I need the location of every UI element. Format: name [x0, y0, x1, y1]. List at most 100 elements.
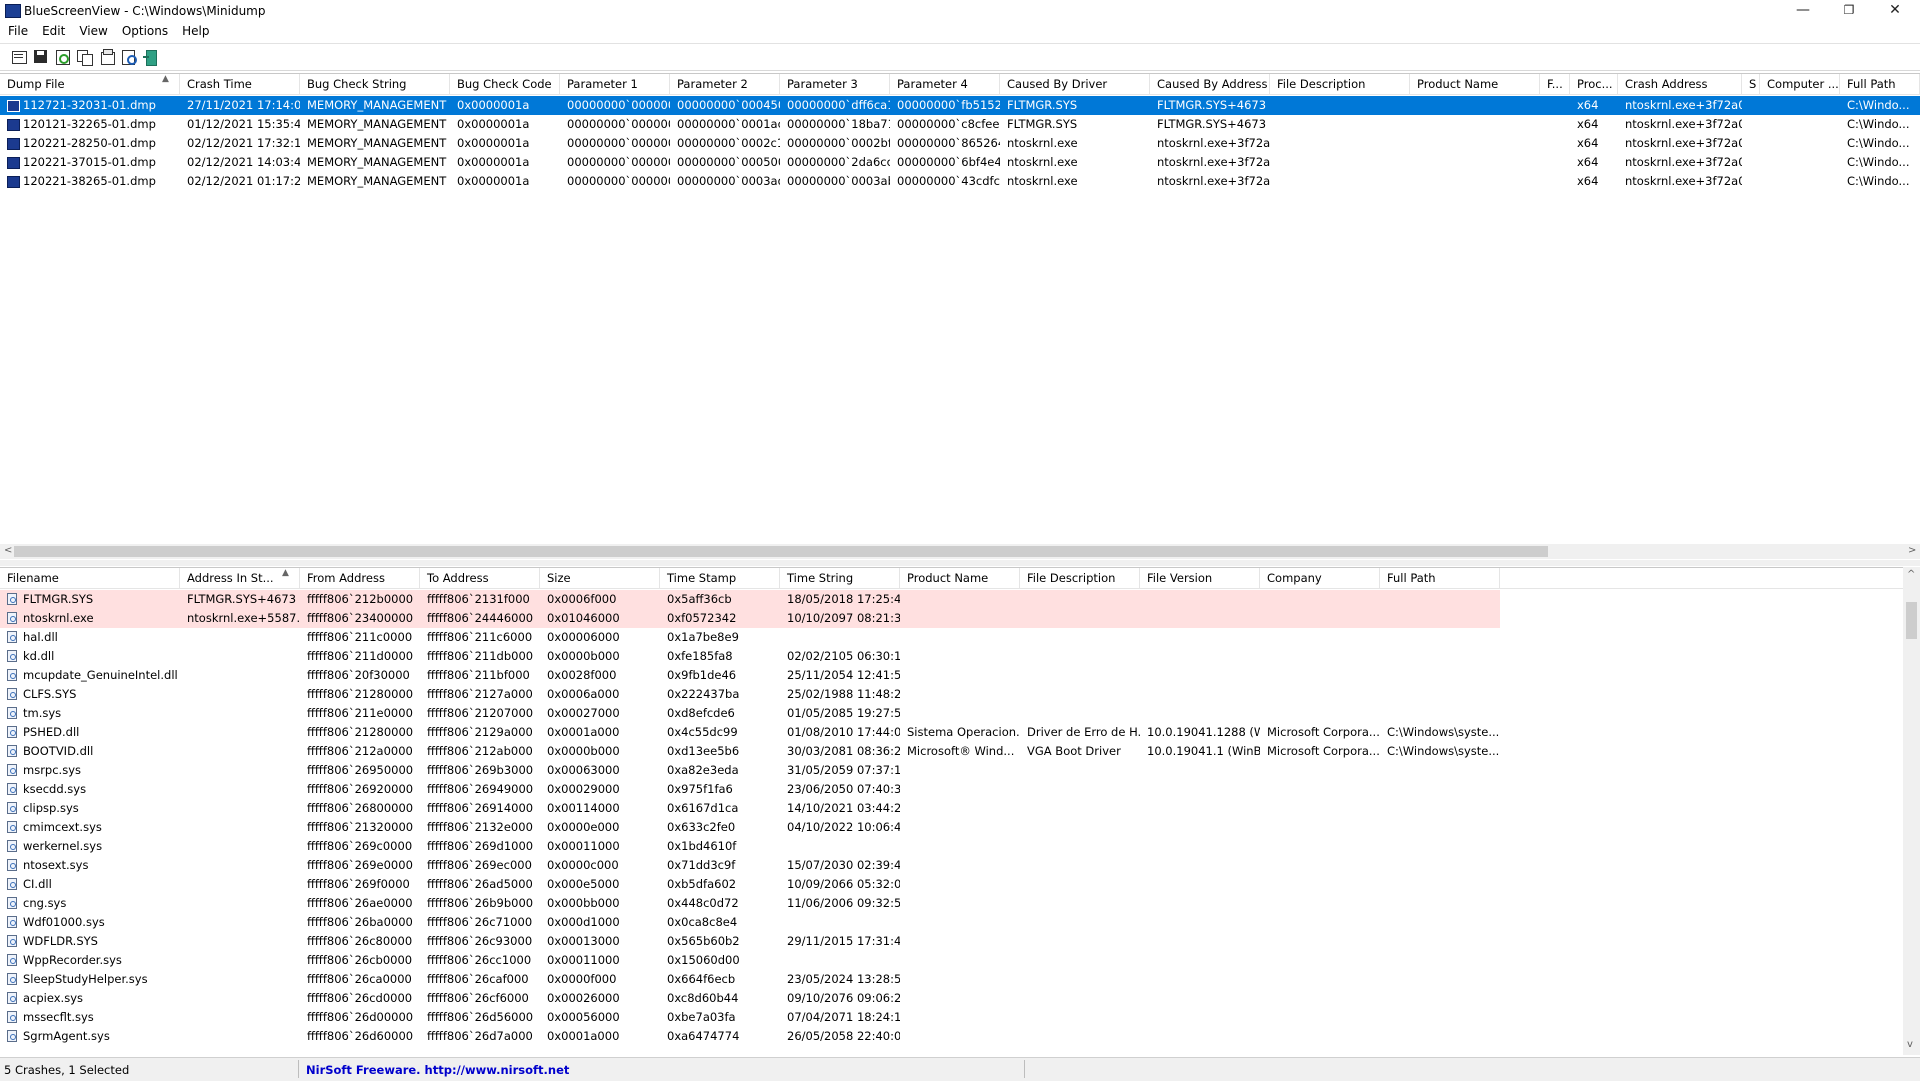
modules-list-column-header[interactable]: File Description [1020, 568, 1140, 588]
modules-list[interactable]: Filename Address In St... ▲ From Address To … [0, 567, 1920, 1056]
crash-list-cell [1415, 153, 1540, 172]
crash-list-column-header[interactable]: Product Name [1410, 74, 1540, 94]
menu-file[interactable]: File [0, 22, 35, 38]
crash-list-column-header[interactable]: Parameter 1 [560, 74, 670, 94]
modules-list-row[interactable]: cng.sys fffff806`26ae0000 fffff806`26b9b00… [0, 894, 1500, 913]
menu-help[interactable]: Help [175, 22, 216, 38]
modules-list-column-header[interactable]: File Version [1140, 568, 1260, 588]
modules-list-row[interactable]: mcupdate_GenuineIntel.dll fffff806`20f300… [0, 666, 1500, 685]
modules-list-row[interactable]: mssecflt.sys fffff806`26d00000 fffff806`26… [0, 1008, 1500, 1027]
modules-list-cell [185, 685, 300, 704]
modules-list-cell: fffff806`26ba0000 [307, 915, 413, 929]
nirsoft-link[interactable]: NirSoft Freeware. http://www.nirsoft.net [306, 1063, 569, 1077]
modules-list-column-header[interactable]: To Address [420, 568, 540, 588]
vertical-scrollbar[interactable]: ^ v [1903, 567, 1920, 1055]
modules-list-column-header[interactable]: From Address [300, 568, 420, 588]
crash-list-column-header[interactable]: Bug Check Code [450, 74, 560, 94]
refresh-icon[interactable] [55, 49, 71, 65]
modules-list-row[interactable]: WppRecorder.sys fffff806`26cb0000 fffff806… [0, 951, 1500, 970]
modules-list-row[interactable]: ntoskrnl.exe ntoskrnl.exe+5587... fffff806… [0, 609, 1500, 628]
modules-list-column-header[interactable]: Full Path [1380, 568, 1500, 588]
modules-list-row[interactable]: Wdf01000.sys fffff806`26ba0000 fffff806`26… [0, 913, 1500, 932]
modules-list-row[interactable]: kd.dll fffff806`211d0000 fffff806`211db000… [0, 647, 1500, 666]
modules-list-row[interactable]: tm.sys fffff806`211e0000 fffff806`21207000… [0, 704, 1500, 723]
modules-list-row[interactable]: FLTMGR.SYS FLTMGR.SYS+4673 fffff806`212b00… [0, 590, 1500, 609]
crash-list-column-header[interactable]: Dump File [0, 74, 180, 94]
crash-list[interactable]: Dump File ▲ Crash Time Bug Check String Bug … [0, 73, 1920, 560]
modules-list-row[interactable]: WDFLDR.SYS fffff806`26c80000 fffff806`26c9… [0, 932, 1500, 951]
modules-list-row[interactable]: PSHED.dll fffff806`21280000 fffff806`2129a… [0, 723, 1500, 742]
modules-list-column-header[interactable]: Time String [780, 568, 900, 588]
modules-list-column-header[interactable]: Size [540, 568, 660, 588]
crash-list-cell [1275, 153, 1410, 172]
modules-list-cell: fffff806`26920000 [307, 782, 414, 796]
module-file-icon [7, 745, 17, 757]
close-button[interactable]: ✕ [1872, 0, 1918, 22]
minimize-button[interactable]: — [1780, 0, 1826, 22]
crash-list-row[interactable]: 120221-28250-01.dmp 02/12/2021 17:32:13 ME… [0, 134, 1920, 153]
crash-list-column-header[interactable]: Parameter 3 [780, 74, 890, 94]
crash-list-column-header[interactable]: Full Path [1840, 74, 1920, 94]
crash-list-column-header[interactable]: File Description [1270, 74, 1410, 94]
crash-list-column-header[interactable]: Computer ... [1760, 74, 1840, 94]
crash-list-column-header[interactable]: F... [1540, 74, 1570, 94]
save-icon[interactable] [33, 49, 49, 65]
scroll-up-icon[interactable]: ^ [1907, 569, 1915, 580]
modules-list-column-header[interactable]: Company [1260, 568, 1380, 588]
modules-list-row[interactable]: hal.dll fffff806`211c0000 fffff806`211c600… [0, 628, 1500, 647]
crash-list-row[interactable]: 120221-37015-01.dmp 02/12/2021 14:03:44 ME… [0, 153, 1920, 172]
copy-icon[interactable] [77, 49, 93, 66]
modules-list-row[interactable]: CLFS.SYS fffff806`21280000 fffff806`2127a0… [0, 685, 1500, 704]
crash-list-column-header[interactable]: Parameter 2 [670, 74, 780, 94]
modules-list-row[interactable]: SgrmAgent.sys fffff806`26d60000 fffff806`2… [0, 1027, 1500, 1046]
vertical-scroll-thumb[interactable] [1906, 602, 1917, 639]
crash-list-column-header[interactable]: Parameter 4 [890, 74, 1000, 94]
modules-list-cell [185, 913, 300, 932]
modules-list-column-header[interactable]: Product Name [900, 568, 1020, 588]
scroll-right-icon[interactable]: > [1908, 545, 1916, 556]
modules-list-row[interactable]: werkernel.sys fffff806`269c0000 fffff806`2… [0, 837, 1500, 856]
scroll-down-icon[interactable]: v [1907, 1039, 1913, 1050]
crash-list-column-header[interactable]: Proc... [1570, 74, 1618, 94]
crash-list-row[interactable]: 120221-38265-01.dmp 02/12/2021 01:17:20 ME… [0, 172, 1920, 191]
exit-icon[interactable] [143, 49, 159, 66]
modules-list-cell: fffff806`26ca0000 [307, 972, 412, 986]
modules-list-row[interactable]: msrpc.sys fffff806`26950000 fffff806`269b3… [0, 761, 1500, 780]
modules-list-column-header[interactable]: Filename [0, 568, 180, 588]
crash-list-column-header[interactable]: S [1742, 74, 1760, 94]
crash-list-column-header[interactable]: Bug Check String [300, 74, 450, 94]
horizontal-scroll-thumb[interactable] [14, 546, 1548, 557]
modules-list-row[interactable]: ntosext.sys fffff806`269e0000 fffff806`269… [0, 856, 1500, 875]
modules-list-cell: CI.dll [23, 877, 52, 891]
modules-list-row[interactable]: CI.dll fffff806`269f0000 fffff806`26ad5000… [0, 875, 1500, 894]
modules-list-row[interactable]: BOOTVID.dll fffff806`212a0000 fffff806`212… [0, 742, 1500, 761]
module-file-icon [7, 631, 17, 643]
modules-list-row[interactable]: SleepStudyHelper.sys fffff806`26ca0000 fff… [0, 970, 1500, 989]
modules-list-row[interactable]: ksecdd.sys fffff806`26920000 fffff806`2694… [0, 780, 1500, 799]
modules-list-row[interactable]: acpiex.sys fffff806`26cd0000 fffff806`26cf… [0, 989, 1500, 1008]
crash-list-column-header[interactable]: Crash Address [1618, 74, 1742, 94]
modules-list-cell [1385, 761, 1500, 780]
pane-splitter[interactable] [0, 560, 1920, 566]
find-icon[interactable] [121, 49, 137, 65]
menu-edit[interactable]: Edit [35, 22, 72, 38]
properties-icon[interactable] [11, 49, 27, 65]
menu-view[interactable]: View [72, 22, 114, 38]
maximize-button[interactable]: ❐ [1826, 0, 1872, 22]
crash-list-column-header[interactable]: Crash Time [180, 74, 300, 94]
menu-options[interactable]: Options [115, 22, 175, 38]
modules-list-cell [785, 628, 900, 647]
modules-list-row[interactable]: cmimcext.sys fffff806`21320000 fffff806`21… [0, 818, 1500, 837]
modules-list-row[interactable]: clipsp.sys fffff806`26800000 fffff806`2691… [0, 799, 1500, 818]
modules-list-cell: fffff806`211c6000 [427, 630, 533, 644]
report-icon[interactable] [99, 49, 115, 65]
modules-list-column-header[interactable]: Time Stamp [660, 568, 780, 588]
crash-list-row[interactable]: 120121-32265-01.dmp 01/12/2021 15:35:46 ME… [0, 115, 1920, 134]
crash-list-row[interactable]: 112721-32031-01.dmp 27/11/2021 17:14:07 ME… [0, 96, 1920, 115]
horizontal-scrollbar[interactable]: < > [0, 544, 1920, 559]
scroll-left-icon[interactable]: < [4, 545, 12, 556]
crash-list-column-header[interactable]: Caused By Driver [1000, 74, 1150, 94]
module-file-icon [7, 840, 17, 852]
crash-list-column-header[interactable]: Caused By Address [1150, 74, 1270, 94]
modules-list-cell [905, 894, 1020, 913]
